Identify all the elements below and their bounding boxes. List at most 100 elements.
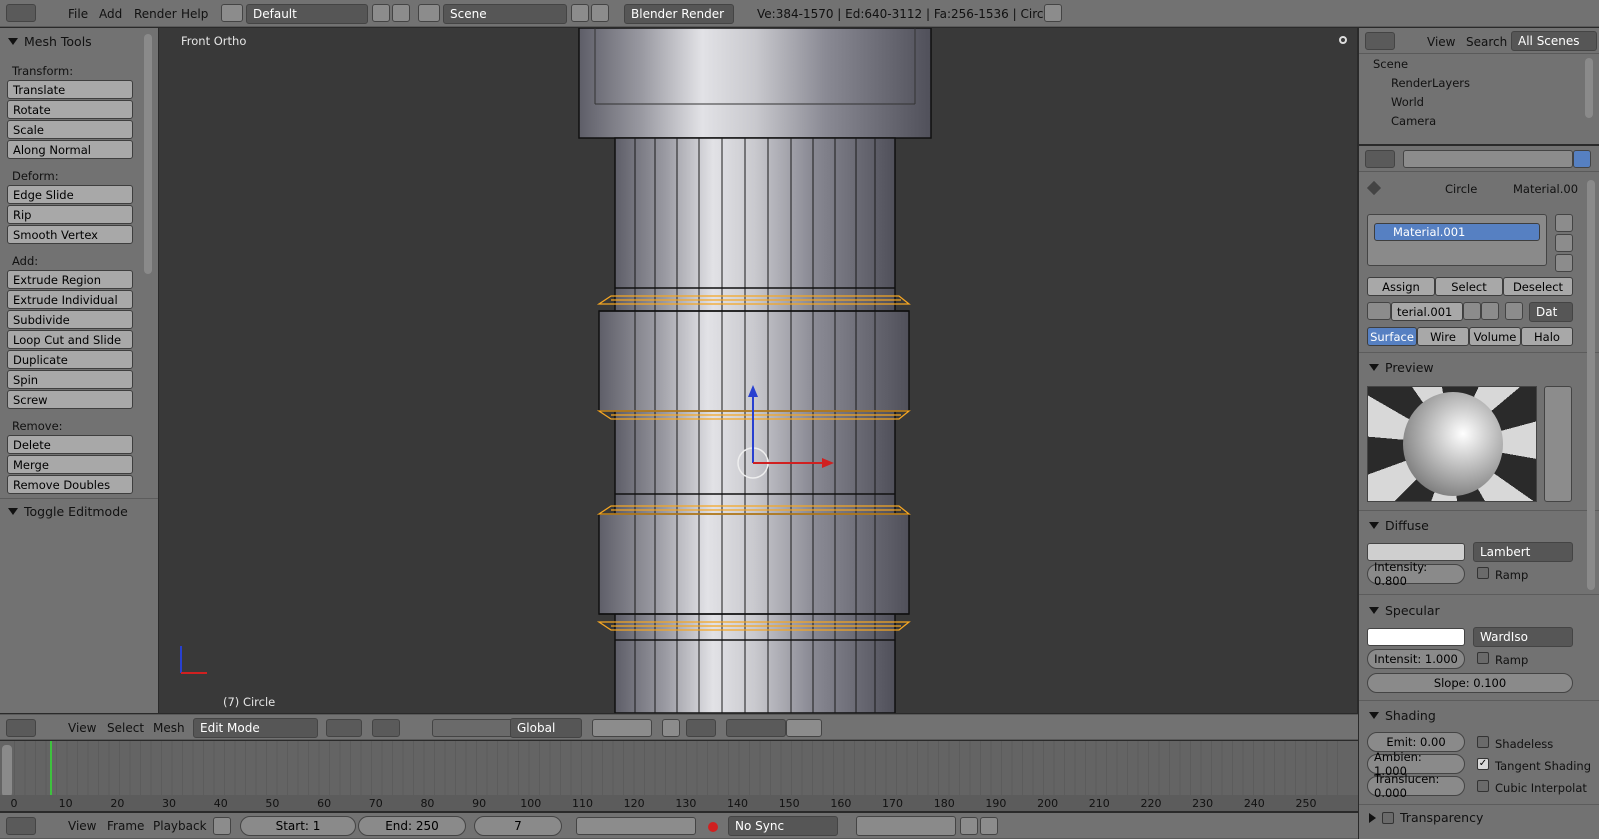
scene-icon[interactable] bbox=[418, 4, 440, 22]
scale-button[interactable]: Scale bbox=[7, 120, 133, 139]
menu-render[interactable]: Render bbox=[134, 7, 177, 21]
diffuse-color-swatch[interactable] bbox=[1367, 543, 1465, 561]
tool-shelf-scrollbar[interactable] bbox=[144, 34, 152, 274]
material-name-field[interactable]: terial.001 bbox=[1391, 302, 1463, 321]
scene-selector[interactable]: Scene bbox=[443, 4, 567, 24]
smooth-vertex-button[interactable]: Smooth Vertex bbox=[7, 225, 133, 244]
outliner-item-camera[interactable]: Camera bbox=[1391, 114, 1436, 128]
emit-slider[interactable]: Emit: 0.00 bbox=[1367, 732, 1465, 752]
render-icon[interactable] bbox=[786, 719, 822, 737]
end-frame-field[interactable]: End: 250 bbox=[358, 816, 466, 836]
specular-intensity-slider[interactable]: Intensit: 1.000 bbox=[1367, 649, 1465, 669]
menu-select[interactable]: Select bbox=[107, 721, 144, 735]
outliner-editor-icon[interactable] bbox=[1365, 32, 1395, 50]
screw-button[interactable]: Screw bbox=[7, 390, 133, 409]
tab-halo[interactable]: Halo bbox=[1521, 327, 1573, 346]
menu-add[interactable]: Add bbox=[99, 7, 122, 21]
remove-slot-icon[interactable] bbox=[1555, 234, 1573, 252]
data-link-selector[interactable]: Dat bbox=[1529, 302, 1573, 322]
transparency-panel-header[interactable]: Transparency bbox=[1369, 810, 1483, 825]
properties-scrollbar[interactable] bbox=[1587, 180, 1595, 590]
slope-slider[interactable]: Slope: 0.100 bbox=[1367, 673, 1573, 693]
outliner-item-renderlayers[interactable]: RenderLayers bbox=[1391, 76, 1470, 90]
menu-frame[interactable]: Frame bbox=[107, 819, 144, 833]
unlink-material-icon[interactable] bbox=[1481, 302, 1499, 320]
select-button[interactable]: Select bbox=[1435, 277, 1503, 296]
record-icon[interactable] bbox=[708, 822, 718, 832]
snap-icon[interactable] bbox=[726, 719, 786, 737]
material-slot-item[interactable]: Material.001 bbox=[1374, 223, 1540, 241]
layout-icon[interactable] bbox=[221, 4, 243, 22]
outliner-item-world[interactable]: World bbox=[1391, 95, 1424, 109]
menu-file[interactable]: File bbox=[68, 7, 88, 21]
info-editor-icon[interactable] bbox=[6, 4, 36, 22]
tab-wire[interactable]: Wire bbox=[1417, 327, 1469, 346]
add-scene-icon[interactable] bbox=[571, 4, 589, 22]
diffuse-intensity-slider[interactable]: Intensity: 0.800 bbox=[1367, 560, 1465, 588]
outliner-item-scene[interactable]: Scene bbox=[1373, 57, 1408, 71]
rip-button[interactable]: Rip bbox=[7, 205, 133, 224]
outliner-filter[interactable]: All Scenes bbox=[1511, 31, 1597, 51]
editor-type-icon[interactable] bbox=[6, 719, 36, 737]
deselect-button[interactable]: Deselect bbox=[1503, 277, 1573, 296]
menu-view[interactable]: View bbox=[68, 721, 96, 735]
occlude-icon[interactable] bbox=[662, 719, 680, 737]
context-tabs-icon[interactable] bbox=[1403, 150, 1573, 168]
start-frame-field[interactable]: Start: 1 bbox=[240, 816, 356, 836]
extrude-region-button[interactable]: Extrude Region bbox=[7, 270, 133, 289]
pivot-icon[interactable] bbox=[372, 719, 400, 737]
add-layout-icon[interactable] bbox=[372, 4, 390, 22]
fake-user-icon[interactable] bbox=[1505, 302, 1523, 320]
render-engine-selector[interactable]: Blender Render bbox=[624, 4, 734, 24]
specular-color-swatch[interactable] bbox=[1367, 628, 1465, 646]
current-frame-line[interactable] bbox=[50, 741, 53, 797]
merge-button[interactable]: Merge bbox=[7, 455, 133, 474]
tab-volume[interactable]: Volume bbox=[1469, 327, 1521, 346]
timeline-scrollbar[interactable] bbox=[2, 745, 12, 797]
material-tab-icon[interactable] bbox=[1573, 150, 1591, 168]
assign-button[interactable]: Assign bbox=[1367, 277, 1435, 296]
translucency-slider[interactable]: Translucen: 0.000 bbox=[1367, 772, 1465, 800]
mesh-tools-header[interactable]: Mesh Tools bbox=[8, 34, 92, 49]
timeline[interactable]: 0 10 20 30 40 50 60 70 80 90 100 110 120 130 140 150 160… bbox=[0, 741, 1358, 811]
proportional-icon[interactable] bbox=[686, 719, 716, 737]
shadeless-checkbox[interactable] bbox=[1477, 736, 1489, 748]
along-normal-button[interactable]: Along Normal bbox=[7, 140, 133, 159]
outliner-scrollbar[interactable] bbox=[1585, 58, 1593, 118]
spin-button[interactable]: Spin bbox=[7, 370, 133, 389]
current-frame-field[interactable]: 7 bbox=[474, 816, 562, 836]
menu-playback[interactable]: Playback bbox=[153, 819, 207, 833]
specular-shader-selector[interactable]: WardIso bbox=[1473, 627, 1573, 647]
shading-icon[interactable] bbox=[326, 719, 362, 737]
fullscreen-icon[interactable] bbox=[1044, 4, 1062, 22]
extrude-individual-button[interactable]: Extrude Individual bbox=[7, 290, 133, 309]
remove-doubles-button[interactable]: Remove Doubles bbox=[7, 475, 133, 494]
layout-selector[interactable]: Default bbox=[246, 4, 368, 24]
subdivide-button[interactable]: Subdivide bbox=[7, 310, 133, 329]
ambient-slider[interactable]: Ambien: 1.000 bbox=[1367, 750, 1465, 778]
cubic-interpolation-checkbox[interactable] bbox=[1477, 780, 1489, 792]
menu-outliner-view[interactable]: View bbox=[1427, 35, 1455, 49]
playback-controls-icon[interactable] bbox=[576, 817, 696, 835]
menu-outliner-search[interactable]: Search bbox=[1466, 35, 1507, 49]
specular-panel-header[interactable]: Specular bbox=[1369, 603, 1440, 618]
specular-ramp-checkbox[interactable] bbox=[1477, 652, 1489, 664]
pin-icon[interactable] bbox=[1366, 180, 1382, 196]
remove-layout-icon[interactable] bbox=[392, 4, 410, 22]
properties-editor-icon[interactable] bbox=[1365, 150, 1395, 168]
timeline-area[interactable] bbox=[14, 741, 1340, 797]
3d-viewport[interactable]: Front Ortho (7) Circle bbox=[159, 28, 1357, 713]
material-browse-icon[interactable] bbox=[1367, 302, 1391, 320]
keying-icon[interactable] bbox=[213, 817, 231, 835]
sync-selector[interactable]: No Sync bbox=[728, 816, 838, 836]
edge-slide-button[interactable]: Edge Slide bbox=[7, 185, 133, 204]
insert-keyframe-icon[interactable] bbox=[960, 817, 978, 835]
menu-help[interactable]: Help bbox=[181, 7, 208, 21]
tangent-shading-checkbox[interactable]: ✓ bbox=[1477, 758, 1489, 770]
delete-keyframe-icon[interactable] bbox=[980, 817, 998, 835]
transparency-checkbox[interactable] bbox=[1382, 811, 1394, 824]
shading-panel-header[interactable]: Shading bbox=[1369, 708, 1436, 723]
tab-surface[interactable]: Surface bbox=[1367, 327, 1417, 346]
preview-type-icons[interactable] bbox=[1544, 386, 1572, 502]
mode-selector[interactable]: Edit Mode bbox=[193, 718, 318, 738]
